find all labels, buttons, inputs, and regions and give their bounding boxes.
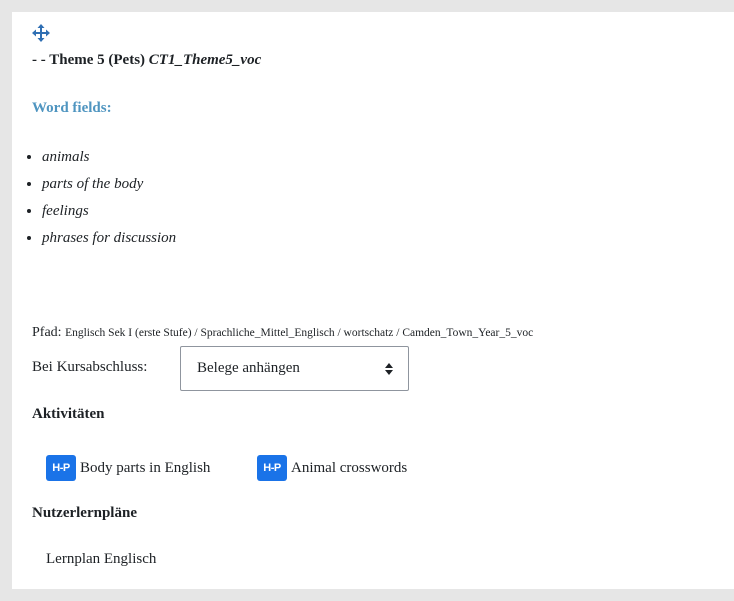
- path-line: Pfad: Englisch Sek I (erste Stufe) / Spr…: [32, 325, 533, 341]
- word-fields-heading: Word fields:: [32, 100, 112, 116]
- section-title: - - Theme 5 (Pets) CT1_Theme5_voc: [32, 52, 261, 69]
- list-item: parts of the body: [42, 171, 176, 198]
- completion-select-value: Belege anhängen: [197, 360, 300, 376]
- activity-link-animal-crosswords[interactable]: H-P Animal crosswords: [257, 453, 407, 483]
- completion-label: Bei Kursabschluss:: [32, 359, 148, 375]
- list-item: feelings: [42, 198, 176, 225]
- activity-link-body-parts[interactable]: H-P Body parts in English: [46, 453, 210, 483]
- section-title-code: CT1_Theme5_voc: [148, 52, 262, 68]
- list-item: animals: [42, 144, 176, 171]
- activity-label: Animal crosswords: [291, 459, 408, 476]
- path-value: Englisch Sek I (erste Stufe) / Sprachlic…: [65, 327, 534, 339]
- learning-plan-link[interactable]: Lernplan Englisch: [46, 551, 156, 568]
- word-fields-list: animals parts of the body feelings phras…: [18, 144, 176, 252]
- select-arrows-icon: [385, 363, 393, 375]
- list-item: phrases for discussion: [42, 225, 176, 252]
- h5p-icon: H-P: [257, 455, 287, 481]
- activities-heading: Aktivitäten: [32, 406, 105, 422]
- activity-label: Body parts in English: [80, 459, 211, 476]
- path-label: Pfad:: [32, 325, 66, 340]
- section-title-prefix: - - Theme 5 (Pets): [32, 52, 149, 68]
- section-card: - - Theme 5 (Pets) CT1_Theme5_voc Word f…: [12, 12, 734, 589]
- learning-plans-heading: Nutzerlernpläne: [32, 505, 137, 521]
- completion-select[interactable]: Belege anhängen: [180, 346, 409, 391]
- move-icon[interactable]: [31, 23, 51, 43]
- h5p-icon: H-P: [46, 455, 76, 481]
